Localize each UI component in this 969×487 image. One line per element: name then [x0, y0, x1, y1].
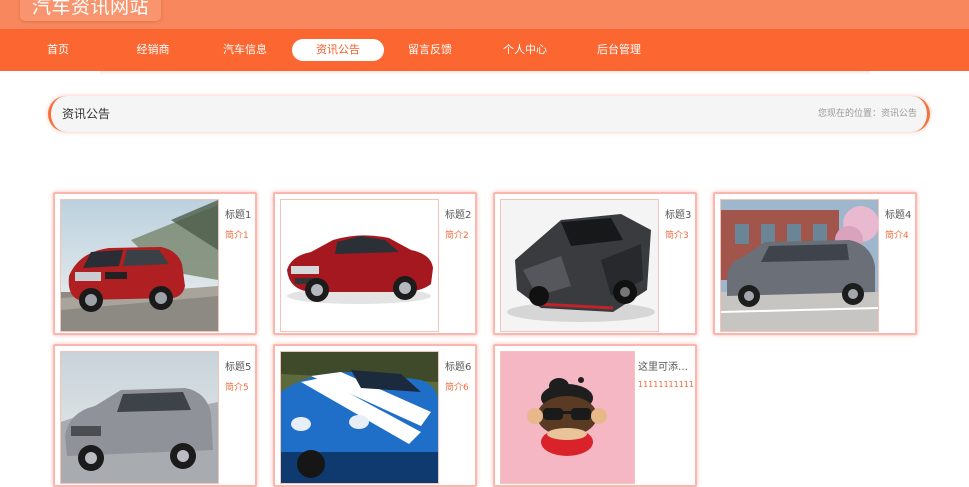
red-suv-image: [61, 200, 218, 331]
site-title[interactable]: 汽车资讯网站: [20, 0, 162, 21]
news-card-image[interactable]: [60, 351, 219, 484]
news-card[interactable]: 标题5 简介5: [53, 344, 257, 487]
monkey-cartoon-image: [501, 352, 634, 483]
page-title: 资讯公告: [62, 107, 111, 121]
nav-item-dealers[interactable]: 经销商: [107, 39, 199, 61]
news-card[interactable]: 标题1 简介1: [53, 192, 257, 335]
black-supercar-image: [501, 200, 658, 331]
nav-item-home[interactable]: 首页: [12, 39, 104, 61]
nav-item-car-info[interactable]: 汽车信息: [199, 39, 291, 61]
news-card[interactable]: 标题2 简介2: [273, 192, 477, 335]
news-card-intro: 简介3: [665, 231, 689, 241]
news-card[interactable]: 标题4 简介4: [713, 192, 917, 335]
news-card-title[interactable]: 这里可添…: [638, 358, 694, 373]
news-card-title[interactable]: 标题2: [445, 206, 475, 221]
news-card-intro: 111111111111: [638, 380, 694, 389]
news-card-intro: 简介4: [885, 231, 909, 241]
news-card-title[interactable]: 标题6: [445, 358, 475, 373]
news-card-image[interactable]: [280, 199, 439, 332]
news-card-image[interactable]: [500, 199, 659, 332]
news-card-title[interactable]: 标题5: [225, 358, 255, 373]
news-card-title[interactable]: 标题3: [665, 206, 695, 221]
news-card-intro: 简介5: [225, 383, 249, 393]
red-sedan-image: [281, 200, 438, 331]
nav-item-admin[interactable]: 后台管理: [573, 39, 665, 61]
news-card-image[interactable]: [280, 351, 439, 484]
news-card-intro: 简介2: [445, 231, 469, 241]
breadcrumb-location: 您现在的位置：资讯公告: [817, 109, 917, 119]
grey-minivan-image: [721, 200, 878, 331]
news-card[interactable]: 这里可添… 111111111111: [493, 344, 697, 487]
news-card[interactable]: 标题3 简介3: [493, 192, 697, 335]
news-card[interactable]: 标题6 简介6: [273, 344, 477, 487]
news-card-image[interactable]: [500, 351, 635, 484]
news-card-title[interactable]: 标题4: [885, 206, 915, 221]
news-card-title[interactable]: 标题1: [225, 206, 255, 221]
nav-shadow: [100, 71, 870, 75]
blue-muscle-car-image: [281, 352, 438, 483]
breadcrumb: 资讯公告 您现在的位置：资讯公告: [48, 96, 930, 132]
news-card-image[interactable]: [60, 199, 219, 332]
top-header: 汽车资讯网站: [0, 0, 969, 29]
nav-item-feedback[interactable]: 留言反馈: [384, 39, 476, 61]
news-card-image[interactable]: [720, 199, 879, 332]
main-nav: 首页 经销商 汽车信息 资讯公告 留言反馈 个人中心 后台管理: [0, 29, 969, 71]
news-card-intro: 简介6: [445, 383, 469, 393]
nav-item-news[interactable]: 资讯公告: [292, 39, 384, 61]
silver-suv-image: [61, 352, 218, 483]
nav-item-user-center[interactable]: 个人中心: [479, 39, 571, 61]
news-card-intro: 简介1: [225, 231, 249, 241]
